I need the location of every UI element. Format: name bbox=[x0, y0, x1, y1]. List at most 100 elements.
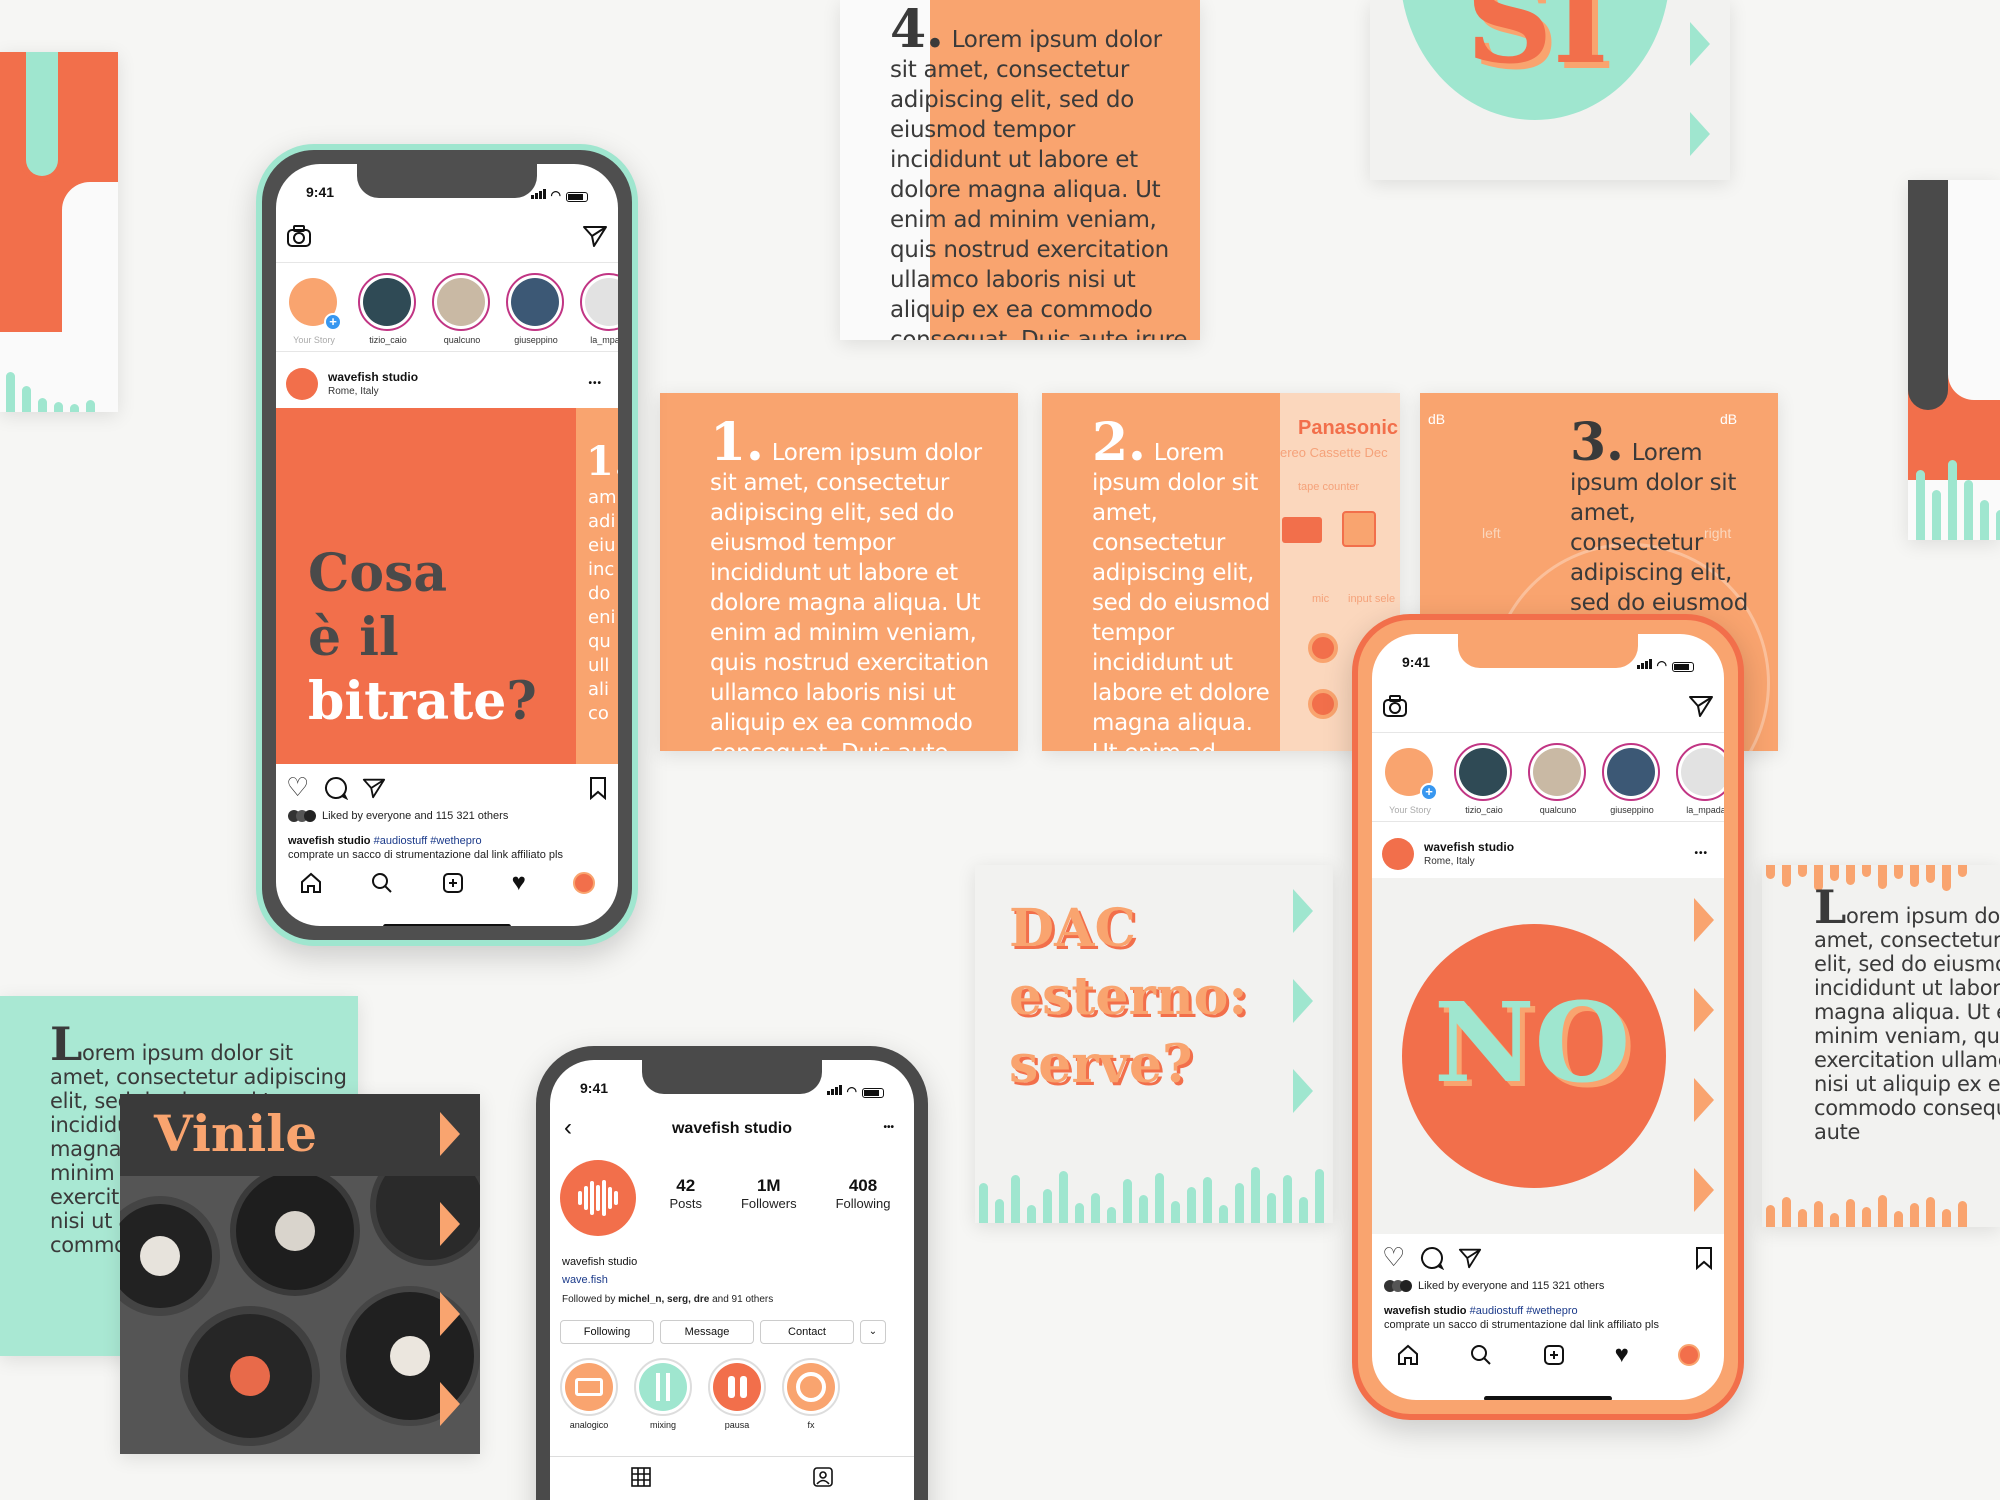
share-icon[interactable] bbox=[362, 776, 386, 800]
activity-heart-icon[interactable]: ♥ bbox=[1615, 1341, 1629, 1369]
post-account-name[interactable]: wavefish studio bbox=[1424, 840, 1514, 854]
arrow-icon bbox=[1694, 1168, 1714, 1212]
card-number: 3. bbox=[1570, 412, 1624, 473]
avatar[interactable] bbox=[286, 368, 318, 400]
camera-icon[interactable] bbox=[1382, 694, 1408, 718]
home-icon[interactable] bbox=[299, 871, 323, 895]
more-options-icon[interactable]: ••• bbox=[1694, 848, 1708, 859]
direct-message-icon[interactable] bbox=[1688, 694, 1714, 718]
profile-link[interactable]: wave.fish bbox=[562, 1274, 608, 1286]
post-location: Rome, Italy bbox=[1424, 856, 1475, 867]
card-body-text: Lorem ipsum dolor sit amet, consectetur … bbox=[710, 440, 989, 751]
story-item[interactable]: qualcuno bbox=[432, 273, 492, 345]
battery-icon bbox=[566, 192, 588, 202]
carousel-card-1: 1. Lorem ipsum dolor sit amet, consectetu… bbox=[660, 393, 1018, 751]
highlight-analogico[interactable]: analogico bbox=[560, 1358, 618, 1430]
home-indicator[interactable] bbox=[383, 924, 511, 926]
heart-icon[interactable]: ♡ bbox=[1382, 1242, 1405, 1273]
search-icon[interactable] bbox=[1469, 1343, 1493, 1367]
bookmark-icon[interactable] bbox=[1694, 1246, 1714, 1270]
status-time: 9:41 bbox=[306, 184, 335, 200]
card-number: 2. bbox=[1092, 412, 1146, 473]
story-item[interactable]: tizio_caio bbox=[358, 273, 418, 345]
bookmark-icon[interactable] bbox=[588, 776, 608, 800]
comment-icon[interactable] bbox=[324, 776, 348, 800]
share-icon[interactable] bbox=[1458, 1246, 1482, 1270]
carousel-card-si: SI bbox=[1370, 0, 1730, 180]
story-item[interactable]: qualcuno bbox=[1528, 743, 1588, 815]
story-item[interactable]: la_mpada bbox=[580, 273, 618, 345]
caption-hashtags[interactable]: #audiostuff #wethepro bbox=[1470, 1305, 1578, 1317]
liked-by-avatars bbox=[1384, 1280, 1414, 1292]
story-item[interactable]: + Your Story bbox=[284, 273, 344, 345]
comment-icon[interactable] bbox=[1420, 1246, 1444, 1270]
search-icon[interactable] bbox=[370, 871, 394, 895]
activity-heart-icon[interactable]: ♥ bbox=[512, 869, 526, 897]
caption-hashtags[interactable]: #audiostuff #wethepro bbox=[374, 835, 482, 847]
new-post-icon[interactable] bbox=[1542, 1343, 1566, 1367]
arrow-icon bbox=[1293, 979, 1313, 1023]
story-item[interactable]: giuseppino bbox=[1602, 743, 1662, 815]
arrow-icon bbox=[1694, 988, 1714, 1032]
battery-icon bbox=[862, 1088, 884, 1098]
highlight-pausa[interactable]: pausa bbox=[708, 1358, 766, 1430]
arrow-icon bbox=[440, 1112, 460, 1156]
profile-avatar-icon[interactable] bbox=[1677, 1344, 1700, 1366]
post-location: Rome, Italy bbox=[328, 386, 379, 397]
carousel-card-2: Panasonic ereo Cassette Dec tape counter… bbox=[1042, 393, 1400, 751]
story-item[interactable]: la_mpada bbox=[1676, 743, 1724, 815]
story-item[interactable]: + Your Story bbox=[1380, 743, 1440, 815]
contact-button[interactable]: Contact bbox=[760, 1320, 854, 1344]
carousel-card-dac: DAC esterno: serve? bbox=[975, 865, 1333, 1223]
left-label: left bbox=[1482, 525, 1501, 541]
drop-cap: L bbox=[50, 1017, 83, 1071]
vinyl-records-image bbox=[120, 1176, 480, 1454]
profile-avatar[interactable] bbox=[560, 1160, 636, 1236]
likes-count[interactable]: Liked by everyone and 115 321 others bbox=[1418, 1280, 1604, 1292]
direct-message-icon[interactable] bbox=[582, 224, 608, 248]
likes-count[interactable]: Liked by everyone and 115 321 others bbox=[322, 810, 508, 822]
new-post-icon[interactable] bbox=[441, 871, 465, 895]
arrow-icon bbox=[440, 1292, 460, 1336]
peek-card-number: 1. bbox=[586, 438, 618, 485]
caption-username[interactable]: wavefish studio bbox=[1384, 1305, 1467, 1317]
more-options-icon[interactable]: ••• bbox=[588, 378, 602, 389]
story-item[interactable]: giuseppino bbox=[506, 273, 566, 345]
partial-tuning-fork-card-left bbox=[0, 52, 118, 412]
phone-profile: 9:41 ◠ ‹ wavefish studio ••• 42 Posts 1M F… bbox=[536, 1046, 928, 1500]
card-body-text: orem ipsum dolor sit amet, consectetur a… bbox=[1814, 904, 2000, 1144]
deck-label: ereo Cassette Dec bbox=[1280, 445, 1388, 460]
heart-icon[interactable]: ♡ bbox=[286, 772, 309, 803]
home-indicator[interactable] bbox=[1484, 1396, 1612, 1400]
wifi-icon: ◠ bbox=[550, 188, 561, 202]
add-story-icon[interactable]: + bbox=[324, 313, 342, 331]
si-text: SI bbox=[1466, 0, 1609, 91]
add-story-icon[interactable]: + bbox=[1420, 783, 1438, 801]
arrow-icon bbox=[1694, 898, 1714, 942]
post-title-line: è il bbox=[308, 607, 399, 668]
liked-by-avatars bbox=[288, 810, 318, 822]
grid-icon[interactable] bbox=[630, 1466, 652, 1488]
sound-wave-icon bbox=[577, 1180, 619, 1216]
profile-menu-icon[interactable]: ••• bbox=[883, 1122, 894, 1133]
highlight-mixing[interactable]: mixing bbox=[634, 1358, 692, 1430]
camera-icon[interactable] bbox=[286, 224, 312, 248]
suggestions-chevron-icon[interactable]: ⌄ bbox=[860, 1320, 886, 1344]
caption-username[interactable]: wavefish studio bbox=[288, 835, 371, 847]
post-account-name[interactable]: wavefish studio bbox=[328, 370, 418, 384]
profile-avatar-icon[interactable] bbox=[572, 872, 595, 894]
highlight-fx[interactable]: fx bbox=[782, 1358, 840, 1430]
home-icon[interactable] bbox=[1396, 1343, 1420, 1367]
following-button[interactable]: Following bbox=[560, 1320, 654, 1344]
following-stat[interactable]: 408 Following bbox=[836, 1176, 891, 1211]
followers-stat[interactable]: 1M Followers bbox=[741, 1176, 797, 1211]
dac-title-line: DAC bbox=[1009, 898, 1136, 959]
posts-stat[interactable]: 42 Posts bbox=[669, 1176, 702, 1211]
post-image-no: NO bbox=[1372, 878, 1724, 1234]
message-button[interactable]: Message bbox=[660, 1320, 754, 1344]
tagged-icon[interactable] bbox=[812, 1466, 834, 1488]
followed-by[interactable]: Followed by michel_n, serg, dre and 91 o… bbox=[562, 1294, 773, 1305]
post-title-qmark: ? bbox=[506, 671, 537, 732]
avatar[interactable] bbox=[1382, 838, 1414, 870]
story-item[interactable]: tizio_caio bbox=[1454, 743, 1514, 815]
